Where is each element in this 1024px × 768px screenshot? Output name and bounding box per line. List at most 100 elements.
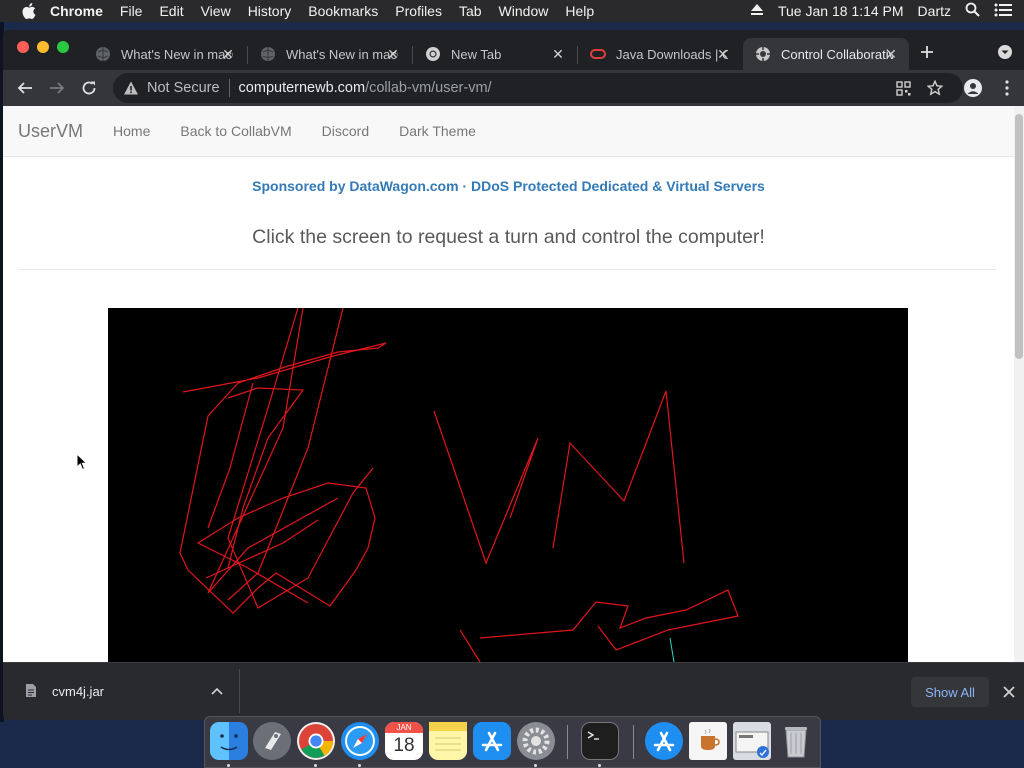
turn-instruction-heading: Click the screen to request a turn and c… [252,226,765,248]
close-icon[interactable] [999,682,1019,702]
spotlight-search-icon[interactable] [965,2,980,20]
nav-link-home[interactable]: Home [113,123,150,139]
nav-link-discord[interactable]: Discord [322,123,369,139]
dock-separator [633,725,634,759]
forward-arrow-icon[interactable] [45,76,69,100]
site-navbar: UserVM Home Back to CollabVM Discord Dar… [3,106,1014,157]
menu-app-name[interactable]: Chrome [50,3,103,19]
download-file-name[interactable]: cvm4j.jar [52,684,104,699]
tab-title: New Tab [451,46,502,62]
running-indicator [534,764,537,767]
reload-icon[interactable] [77,76,101,100]
back-arrow-icon[interactable] [13,76,37,100]
sponsor-link[interactable]: Sponsored by DataWagon.com · DDoS Protec… [3,178,1014,194]
globe-icon [95,46,111,62]
url-path: /collab-vm/user-vm/ [365,80,492,96]
tab-close-icon[interactable]: ✕ [550,46,566,62]
tab-strip: What's New in macOS ✕ What's New in macO… [3,30,1024,70]
globe-icon [260,46,276,62]
content-divider [19,269,996,270]
new-tab-button[interactable] [915,40,939,64]
menu-profiles[interactable]: Profiles [395,3,442,19]
menu-bookmarks[interactable]: Bookmarks [308,3,378,19]
site-brand[interactable]: UserVM [18,121,83,142]
dock-separator [567,725,568,759]
menu-tab[interactable]: Tab [459,3,482,19]
control-center-icon[interactable] [994,3,1012,20]
profile-avatar-icon[interactable] [961,76,985,100]
chevron-up-icon[interactable] [207,681,227,701]
vm-display-canvas[interactable] [108,307,908,662]
warning-icon[interactable] [123,80,139,96]
trash-icon[interactable] [777,722,815,760]
finder-icon[interactable] [210,722,248,760]
nav-link-back-to-collabvm[interactable]: Back to CollabVM [180,123,291,139]
menubar-clock[interactable]: Tue Jan 18 1:14 PM [778,3,904,19]
google-chrome-icon[interactable] [297,722,335,760]
eject-icon[interactable] [750,3,764,19]
bookmark-star-icon[interactable] [923,76,947,100]
zoom-window-button[interactable] [57,41,69,53]
file-icon [25,683,39,699]
calendar-day: 18 [393,735,415,756]
applications-folder-icon[interactable] [645,722,683,760]
macos-menu-bar: Chrome File Edit View History Bookmarks … [0,0,1024,22]
running-indicator [227,764,230,767]
address-bar[interactable]: Not Secure computernewb.com /collab-vm/u… [113,73,963,103]
menu-file[interactable]: File [120,3,143,19]
tab-whats-new-2[interactable]: What's New in macOS ✕ [248,38,411,70]
running-indicator [314,764,317,767]
calendar-month: JAN [385,722,423,733]
app-store-icon[interactable] [473,722,511,760]
system-preferences-icon[interactable] [517,722,555,760]
download-shelf: cvm4j.jar Show All [3,662,1024,720]
apple-menu-icon[interactable] [18,0,40,22]
nav-link-dark-theme[interactable]: Dark Theme [399,123,476,139]
qr-code-icon[interactable] [891,76,915,100]
menu-edit[interactable]: Edit [159,3,183,19]
show-all-button[interactable]: Show All [911,677,989,707]
calendar-icon[interactable]: JAN 18 [385,722,423,760]
menu-history[interactable]: History [248,3,292,19]
omnibox-separator [228,79,230,97]
tab-close-icon[interactable]: ✕ [385,46,401,62]
running-indicator [598,764,601,767]
page-scrollbar[interactable] [1014,106,1024,662]
notes-icon[interactable] [429,722,467,760]
tab-close-icon[interactable]: ✕ [220,46,236,62]
collabvm-favicon [755,46,771,62]
menubar-user[interactable]: Dartz [918,3,951,19]
tab-search-icon[interactable] [993,40,1017,64]
kebab-menu-icon[interactable] [995,76,1019,100]
chrome-window: What's New in macOS ✕ What's New in macO… [3,30,1024,720]
browser-toolbar: Not Secure computernewb.com /collab-vm/u… [3,70,1024,106]
oracle-icon [590,46,606,62]
menu-view[interactable]: View [201,3,231,19]
macos-dock: JAN 18 [204,716,821,768]
launchpad-icon[interactable] [253,722,291,760]
tab-close-icon[interactable]: ✕ [715,46,731,62]
close-window-button[interactable] [17,41,29,53]
tab-whats-new-1[interactable]: What's New in macOS ✕ [83,38,246,70]
shelf-separator [239,669,240,713]
menu-help[interactable]: Help [565,3,594,19]
tab-title: What's New in macOS [286,46,398,62]
tab-java-downloads[interactable]: Java Downloads | Oracle ✕ [578,38,741,70]
scrollbar-thumb[interactable] [1015,114,1023,359]
tab-close-icon[interactable]: ✕ [883,46,899,62]
safari-icon[interactable] [341,722,379,760]
downloads-stack-icon[interactable] [733,722,771,760]
minimize-window-button[interactable] [37,41,49,53]
tab-title: Control Collaborative VM [781,46,893,62]
chrome-icon [425,46,441,62]
url-host: computernewb.com [238,80,366,96]
terminal-icon[interactable] [581,722,619,760]
menu-window[interactable]: Window [499,3,549,19]
tab-title: Java Downloads | Oracle [616,46,728,62]
tab-control-collaborative-vm[interactable]: Control Collaborative VM ✕ [743,38,909,70]
tab-title: What's New in macOS [121,46,233,62]
not-secure-label[interactable]: Not Secure [147,80,220,96]
jar-file-icon[interactable] [689,722,727,760]
running-indicator [358,764,361,767]
tab-new-tab[interactable]: New Tab ✕ [413,38,576,70]
